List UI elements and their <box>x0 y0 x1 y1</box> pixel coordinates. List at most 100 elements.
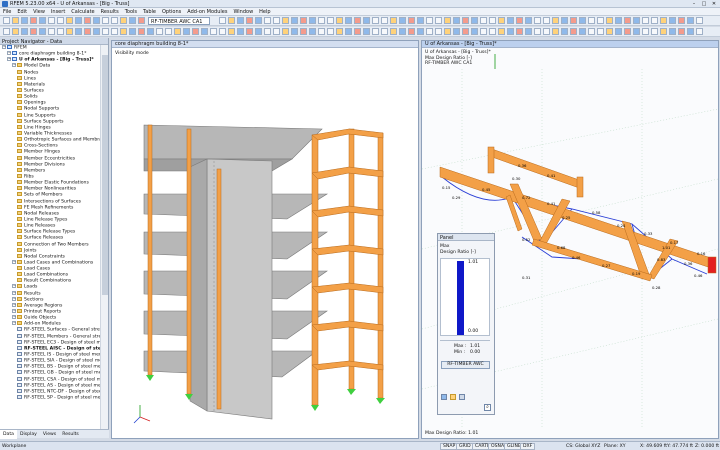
menu-item[interactable]: Calculate <box>68 8 97 16</box>
toolbar-button-icon[interactable] <box>165 28 172 35</box>
menu-item[interactable]: View <box>30 8 48 16</box>
toolbar-button-icon[interactable] <box>624 17 631 24</box>
toolbar-button-icon[interactable] <box>3 28 10 35</box>
toolbar-button-icon[interactable] <box>93 28 100 35</box>
toolbar-button-icon[interactable] <box>606 17 613 24</box>
toolbar-button-icon[interactable] <box>642 17 649 24</box>
toolbar-button-icon[interactable] <box>687 28 694 35</box>
navigator-scrollbar[interactable] <box>100 45 108 429</box>
toolbar-button-icon[interactable] <box>552 28 559 35</box>
expand-icon[interactable]: − <box>12 284 16 289</box>
toolbar-button-icon[interactable] <box>399 17 406 24</box>
toolbar-button-icon[interactable] <box>489 28 496 35</box>
toolbar-button-icon[interactable] <box>66 28 73 35</box>
toolbar-button-icon[interactable] <box>606 28 613 35</box>
toolbar-button-icon[interactable] <box>633 17 640 24</box>
toolbar-button-icon[interactable] <box>633 28 640 35</box>
toolbar-button-icon[interactable] <box>453 17 460 24</box>
menu-item[interactable]: Edit <box>14 8 30 16</box>
toolbar-button-icon[interactable] <box>255 17 262 24</box>
toolbar-button-icon[interactable] <box>381 17 388 24</box>
toolbar-button-icon[interactable] <box>651 17 658 24</box>
toolbar-button-icon[interactable] <box>282 17 289 24</box>
toolbar-button-icon[interactable] <box>228 17 235 24</box>
panel-scale-icon[interactable] <box>450 394 456 400</box>
toolbar-button-icon[interactable] <box>498 28 505 35</box>
toolbar-button-icon[interactable] <box>561 17 568 24</box>
toolbar-button-icon[interactable] <box>318 28 325 35</box>
menu-item[interactable]: Add-on Modules <box>184 8 230 16</box>
toolbar-button-icon[interactable] <box>480 28 487 35</box>
toolbar-button-icon[interactable] <box>318 17 325 24</box>
toolbar-button-icon[interactable] <box>102 17 109 24</box>
toolbar-button-icon[interactable] <box>696 17 703 24</box>
toolbar-button-icon[interactable] <box>507 28 514 35</box>
menu-item[interactable]: File <box>0 8 14 16</box>
toolbar-button-icon[interactable] <box>417 28 424 35</box>
module-combo[interactable]: RF-TIMBER AWC CA1 <box>148 17 210 25</box>
toolbar-button-icon[interactable] <box>75 28 82 35</box>
toolbar-button-icon[interactable] <box>345 17 352 24</box>
toolbar-button-icon[interactable] <box>408 17 415 24</box>
toolbar-button-icon[interactable] <box>651 28 658 35</box>
toolbar-button-icon[interactable] <box>435 17 442 24</box>
toolbar-button-icon[interactable] <box>309 28 316 35</box>
toolbar-button-icon[interactable] <box>579 17 586 24</box>
toolbar-button-icon[interactable] <box>102 28 109 35</box>
toolbar-button-icon[interactable] <box>264 17 271 24</box>
toolbar-button-icon[interactable] <box>147 28 154 35</box>
toolbar-button-icon[interactable] <box>21 17 28 24</box>
toolbar-button-icon[interactable] <box>615 28 622 35</box>
toolbar-button-icon[interactable] <box>660 28 667 35</box>
zoom-icon[interactable]: ⌕ <box>484 404 491 411</box>
toolbar-button-icon[interactable] <box>696 28 703 35</box>
toolbar-button-icon[interactable] <box>210 28 217 35</box>
view-tab-truss[interactable]: U of Arkansas - [Big - Truss]* <box>422 41 718 48</box>
expand-icon[interactable]: − <box>12 63 16 68</box>
toolbar-button-icon[interactable] <box>543 17 550 24</box>
toolbar-button-icon[interactable] <box>237 17 244 24</box>
menu-item[interactable]: Insert <box>48 8 68 16</box>
menu-item[interactable]: Results <box>98 8 122 16</box>
toolbar-button-icon[interactable] <box>39 28 46 35</box>
toolbar-button-icon[interactable] <box>291 17 298 24</box>
toolbar-button-icon[interactable] <box>516 17 523 24</box>
toolbar-button-icon[interactable] <box>111 28 118 35</box>
toolbar-button-icon[interactable] <box>21 28 28 35</box>
toolbar-button-icon[interactable] <box>282 28 289 35</box>
toolbar-button-icon[interactable] <box>444 17 451 24</box>
toolbar-button-icon[interactable] <box>354 17 361 24</box>
menu-item[interactable]: Window <box>230 8 256 16</box>
toolbar-button-icon[interactable] <box>219 28 226 35</box>
toolbar-button-icon[interactable] <box>48 28 55 35</box>
toolbar-button-icon[interactable] <box>615 17 622 24</box>
toolbar-button-icon[interactable] <box>507 17 514 24</box>
toolbar-button-icon[interactable] <box>471 28 478 35</box>
toolbar-button-icon[interactable] <box>516 28 523 35</box>
toolbar-button-icon[interactable] <box>138 28 145 35</box>
toolbar-button-icon[interactable] <box>327 17 334 24</box>
toolbar-button-icon[interactable] <box>489 17 496 24</box>
expand-icon[interactable]: − <box>12 321 16 326</box>
menu-item[interactable]: Help <box>256 8 273 16</box>
toolbar-button-icon[interactable] <box>12 28 19 35</box>
toolbar-button-icon[interactable] <box>237 28 244 35</box>
toolbar-button-icon[interactable] <box>498 17 505 24</box>
toolbar-button-icon[interactable] <box>120 28 127 35</box>
toolbar-button-icon[interactable] <box>300 17 307 24</box>
toolbar-button-icon[interactable] <box>552 17 559 24</box>
toolbar-button-icon[interactable] <box>687 17 694 24</box>
toolbar-button-icon[interactable] <box>3 17 10 24</box>
toolbar-button-icon[interactable] <box>399 28 406 35</box>
toolbar-button-icon[interactable] <box>417 17 424 24</box>
toolbar-button-icon[interactable] <box>309 17 316 24</box>
toolbar-button-icon[interactable] <box>363 28 370 35</box>
minimize-button[interactable]: – <box>690 1 698 7</box>
expand-icon[interactable]: − <box>12 302 16 307</box>
toolbar-button-icon[interactable] <box>84 28 91 35</box>
toolbar-button-icon[interactable] <box>678 17 685 24</box>
toolbar-button-icon[interactable] <box>30 17 37 24</box>
toolbar-button-icon[interactable] <box>624 28 631 35</box>
view-core-building[interactable]: core diaphragm building 8-1* Visibility … <box>111 40 419 439</box>
toolbar-button-icon[interactable] <box>255 28 262 35</box>
